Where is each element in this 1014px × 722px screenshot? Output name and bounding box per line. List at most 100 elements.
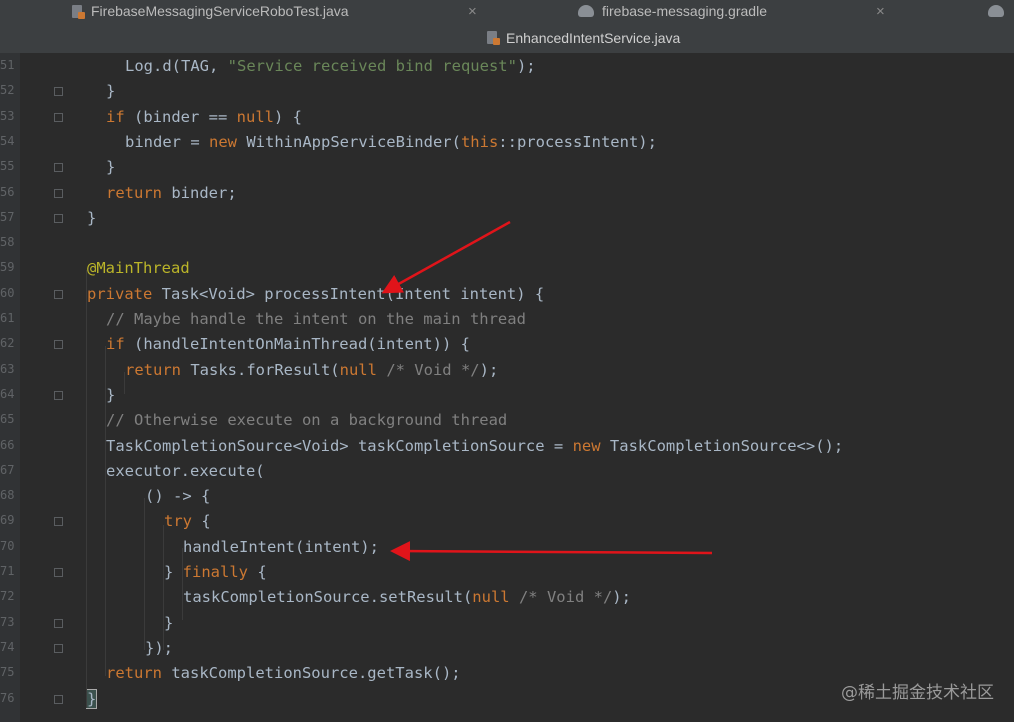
line-number: 66 xyxy=(0,437,15,452)
code-token: }); xyxy=(145,638,173,657)
indent-guide xyxy=(182,548,183,620)
code-line: () -> { xyxy=(145,484,210,509)
line-number: 64 xyxy=(0,386,15,401)
java-file-icon xyxy=(487,31,500,45)
code-line: }); xyxy=(145,636,173,661)
code-line: taskCompletionSource.setResult(null /* V… xyxy=(183,585,631,610)
code-line: private Task<Void> processIntent(Intent … xyxy=(87,282,544,307)
code-token: // Maybe handle the intent on the main t… xyxy=(106,310,526,328)
code-line: return binder; xyxy=(106,181,237,206)
red-arrow-to-handle-intent xyxy=(390,541,713,562)
tab-label: FirebaseMessagingServiceRoboTest.java xyxy=(91,3,349,19)
code-token: new xyxy=(572,436,601,455)
line-number: 75 xyxy=(0,665,15,680)
close-icon[interactable]: × xyxy=(876,3,885,20)
line-number: 60 xyxy=(0,285,15,300)
line-number: 52 xyxy=(0,83,15,98)
gradle-elephant-icon xyxy=(988,5,1004,17)
fold-marker-icon[interactable] xyxy=(54,163,63,173)
code-line: // Otherwise execute on a background thr… xyxy=(106,408,507,433)
code-line: try { xyxy=(164,509,211,534)
line-number: 59 xyxy=(0,260,15,275)
fold-marker-icon[interactable] xyxy=(54,213,63,223)
code-line: if (handleIntentOnMainThread(intent)) { xyxy=(106,332,470,357)
code-line: if (binder == null) { xyxy=(106,105,302,130)
fold-marker-icon[interactable] xyxy=(54,390,63,400)
active-tab-label: EnhancedIntentService.java xyxy=(506,29,681,46)
fold-marker-icon[interactable] xyxy=(54,188,63,198)
tab-overflow[interactable] xyxy=(988,0,1014,22)
code-token: (binder == xyxy=(124,107,237,126)
line-number: 67 xyxy=(0,462,15,477)
indent-guide xyxy=(124,372,125,394)
code-token: } xyxy=(164,613,174,632)
code-token: new xyxy=(209,132,237,151)
code-line: } xyxy=(85,687,98,712)
code-token: TaskCompletionSource<Void> taskCompletio… xyxy=(106,436,573,455)
code-token: return xyxy=(106,664,162,683)
fold-marker-icon[interactable] xyxy=(54,112,63,122)
tab-enhanced-intent-service[interactable]: EnhancedIntentService.java xyxy=(487,22,680,53)
code-line: } xyxy=(106,155,115,180)
close-icon[interactable]: × xyxy=(468,3,477,20)
fold-marker-icon[interactable] xyxy=(54,568,63,577)
code-token: /* Void */ xyxy=(518,588,613,607)
line-number: 68 xyxy=(0,488,15,503)
code-token: private xyxy=(87,284,153,303)
tab-firebase-messaging-service-robo-test[interactable]: FirebaseMessagingServiceRoboTest.java × xyxy=(72,0,482,22)
line-number: 65 xyxy=(0,412,15,427)
line-number: 61 xyxy=(0,311,15,325)
code-token: () -> { xyxy=(145,487,211,506)
code-token: if xyxy=(106,335,125,354)
indent-guide xyxy=(144,498,145,650)
code-line: handleIntent(intent); xyxy=(183,535,379,560)
code-token: handleIntent(intent); xyxy=(183,537,379,556)
code-token: "Service received bind request" xyxy=(227,57,517,75)
code-token: { xyxy=(192,512,211,531)
tab-firebase-messaging-gradle[interactable]: firebase-messaging.gradle × xyxy=(578,0,898,22)
tab-label: firebase-messaging.gradle xyxy=(602,3,767,19)
code-token: null xyxy=(236,107,274,126)
code-line: return taskCompletionSource.getTask(); xyxy=(106,661,461,686)
indent-guide xyxy=(105,346,106,676)
code-token: return xyxy=(106,183,162,202)
code-token: } xyxy=(106,158,116,177)
line-number: 70 xyxy=(0,538,15,553)
line-number-gutter: 51 52 53 54 55 56 57 58 59 60 61 62 63 64 65 66 67 68 69 70… xyxy=(0,53,20,722)
code-token: binder; xyxy=(162,183,237,202)
watermark-label: @稀土掘金技术社区 xyxy=(841,683,994,703)
gradle-elephant-icon xyxy=(578,5,594,17)
code-token: taskCompletionSource.setResult( xyxy=(183,588,473,607)
active-tab-bar: EnhancedIntentService.java xyxy=(0,22,1014,54)
code-line: } xyxy=(106,383,115,408)
fold-marker-icon[interactable] xyxy=(54,289,63,299)
line-number: 76 xyxy=(0,690,15,705)
code-token: ) { xyxy=(273,107,302,126)
code-token: @MainThread xyxy=(87,259,190,278)
line-number: 58 xyxy=(0,235,15,250)
line-number: 63 xyxy=(0,361,15,376)
fold-marker-icon[interactable] xyxy=(54,643,63,653)
line-number: 69 xyxy=(0,513,15,528)
code-line: TaskCompletionSource<Void> taskCompletio… xyxy=(106,434,843,459)
fold-marker-icon[interactable] xyxy=(54,87,63,97)
fold-marker-icon[interactable] xyxy=(54,694,63,704)
code-token: /* Void */ xyxy=(386,360,480,379)
code-token: // Otherwise execute on a background thr… xyxy=(106,411,508,430)
code-token: return xyxy=(125,360,181,379)
line-number: 73 xyxy=(0,614,15,629)
java-file-icon xyxy=(72,4,85,19)
code-line: // Maybe handle the intent on the main t… xyxy=(106,307,526,332)
fold-marker-icon[interactable] xyxy=(54,618,63,628)
fold-marker-icon[interactable] xyxy=(54,340,63,350)
code-token: try xyxy=(164,512,192,531)
code-token: finally xyxy=(182,563,248,581)
code-token: (handleIntentOnMainThread(intent)) { xyxy=(124,335,470,354)
code-token: null xyxy=(472,588,510,607)
line-number: 72 xyxy=(0,589,15,604)
line-number: 62 xyxy=(0,336,15,351)
code-line: } xyxy=(87,206,96,231)
fold-marker-icon[interactable] xyxy=(54,517,63,527)
